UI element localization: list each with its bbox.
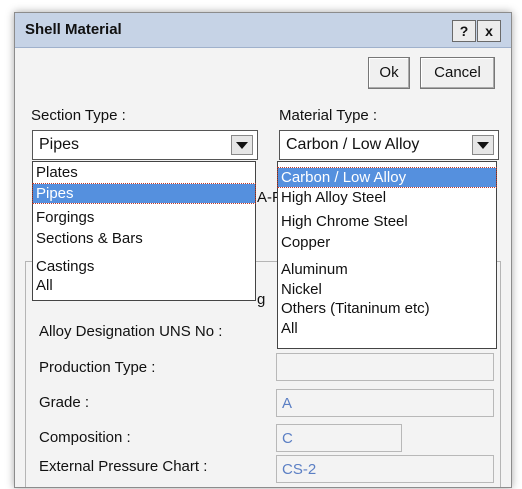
external-pressure-chart-label: External Pressure Chart : (39, 458, 208, 475)
grade-value: A (282, 395, 293, 412)
composition-field[interactable]: C (276, 424, 402, 452)
external-pressure-chart-field[interactable]: CS-2 (276, 455, 494, 483)
shell-material-dialog: Shell Material ? x Ok Cancel Section Typ… (14, 12, 512, 488)
material-option-copper[interactable]: Copper (278, 233, 496, 252)
chevron-down-icon[interactable] (231, 135, 253, 155)
section-option-forgings[interactable]: Forgings (33, 208, 255, 227)
composition-value: C (282, 430, 293, 447)
material-option-nickel[interactable]: Nickel (278, 280, 496, 299)
material-type-value: Carbon / Low Alloy (286, 136, 420, 153)
window-title: Shell Material (25, 21, 122, 38)
grade-label: Grade : (39, 394, 90, 411)
material-type-label: Material Type : (279, 107, 378, 124)
material-option-aluminum[interactable]: Aluminum (278, 260, 496, 279)
hidden-field-fragment-2: g (257, 291, 266, 308)
section-option-sections-bars[interactable]: Sections & Bars (33, 229, 255, 248)
section-type-value: Pipes (39, 136, 80, 153)
grade-field[interactable]: A (276, 389, 494, 417)
material-option-high-alloy-steel[interactable]: High Alloy Steel (278, 188, 496, 207)
section-type-combo[interactable]: Pipes (32, 130, 258, 160)
material-type-combo[interactable]: Carbon / Low Alloy (279, 130, 499, 160)
section-option-all[interactable]: All (33, 276, 255, 295)
chevron-down-icon[interactable] (472, 135, 494, 155)
material-option-high-chrome-steel[interactable]: High Chrome Steel (278, 212, 496, 231)
material-type-dropdown-list[interactable]: Carbon / Low Alloy High Alloy Steel High… (277, 161, 497, 349)
alloy-designation-label: Alloy Designation UNS No : (39, 323, 223, 340)
material-option-others[interactable]: Others (Titaninum etc) (278, 299, 496, 318)
section-option-pipes[interactable]: Pipes (32, 183, 256, 204)
section-option-castings[interactable]: Castings (33, 257, 255, 276)
production-type-field[interactable] (276, 353, 494, 381)
section-type-label: Section Type : (31, 107, 126, 124)
production-type-label: Production Type : (39, 359, 156, 376)
material-option-all[interactable]: All (278, 319, 496, 338)
material-option-carbon-low-alloy[interactable]: Carbon / Low Alloy (277, 167, 497, 188)
section-option-plates[interactable]: Plates (33, 163, 255, 182)
cancel-button[interactable]: Cancel (420, 57, 495, 89)
title-bar[interactable]: Shell Material ? x (15, 13, 511, 48)
ok-button[interactable]: Ok (368, 57, 410, 89)
composition-label: Composition : (39, 429, 131, 446)
external-pressure-chart-value: CS-2 (282, 461, 317, 478)
help-button[interactable]: ? (452, 20, 476, 42)
section-type-dropdown-list[interactable]: Plates Pipes Forgings Sections & Bars Ca… (32, 161, 256, 301)
close-button[interactable]: x (477, 20, 501, 42)
